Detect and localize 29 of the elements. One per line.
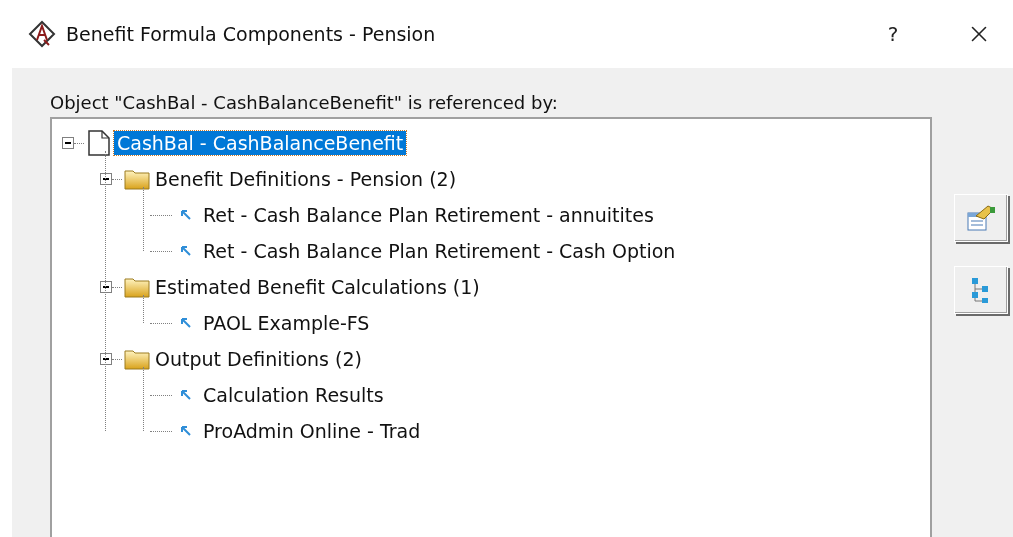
arrow-icon (180, 425, 192, 437)
collapse-toggle[interactable] (62, 137, 74, 149)
help-button[interactable]: ? (873, 14, 913, 54)
collapse-toggle[interactable] (100, 353, 112, 365)
arrow-icon (180, 317, 192, 329)
arrow-icon (180, 389, 192, 401)
document-icon (88, 130, 110, 156)
arrow-icon (180, 245, 192, 257)
tree-item[interactable]: Ret - Cash Balance Plan Retirement - annuitites (200, 203, 657, 227)
tree-item[interactable]: PAOL Example-FS (200, 311, 373, 335)
hierarchy-button[interactable] (954, 266, 1008, 314)
tree-item[interactable]: Benefit Definitions - Pension (2) (152, 167, 460, 191)
tree-item[interactable]: Estimated Benefit Calculations (1) (152, 275, 483, 299)
folder-icon (124, 276, 150, 298)
collapse-toggle[interactable] (100, 173, 112, 185)
properties-button[interactable] (954, 194, 1008, 242)
form-pencil-icon (966, 204, 996, 232)
tree-item[interactable]: Calculation Results (200, 383, 387, 407)
tree-item[interactable]: Output Definitions (2) (152, 347, 365, 371)
tree-item[interactable]: ProAdmin Online - Trad (200, 419, 424, 443)
caption-text: Object "CashBal - CashBalanceBenefit" is referenced by: (50, 92, 559, 113)
tree-item[interactable]: CashBal - CashBalanceBenefit (114, 131, 407, 155)
collapse-toggle[interactable] (100, 281, 112, 293)
window-title: Benefit Formula Components - Pension (66, 23, 437, 45)
arrow-icon (180, 209, 192, 221)
app-logo-icon (28, 20, 56, 48)
folder-icon (124, 348, 150, 370)
folder-icon (124, 168, 150, 190)
tree-item[interactable]: Ret - Cash Balance Plan Retirement - Cash Option (200, 239, 679, 263)
